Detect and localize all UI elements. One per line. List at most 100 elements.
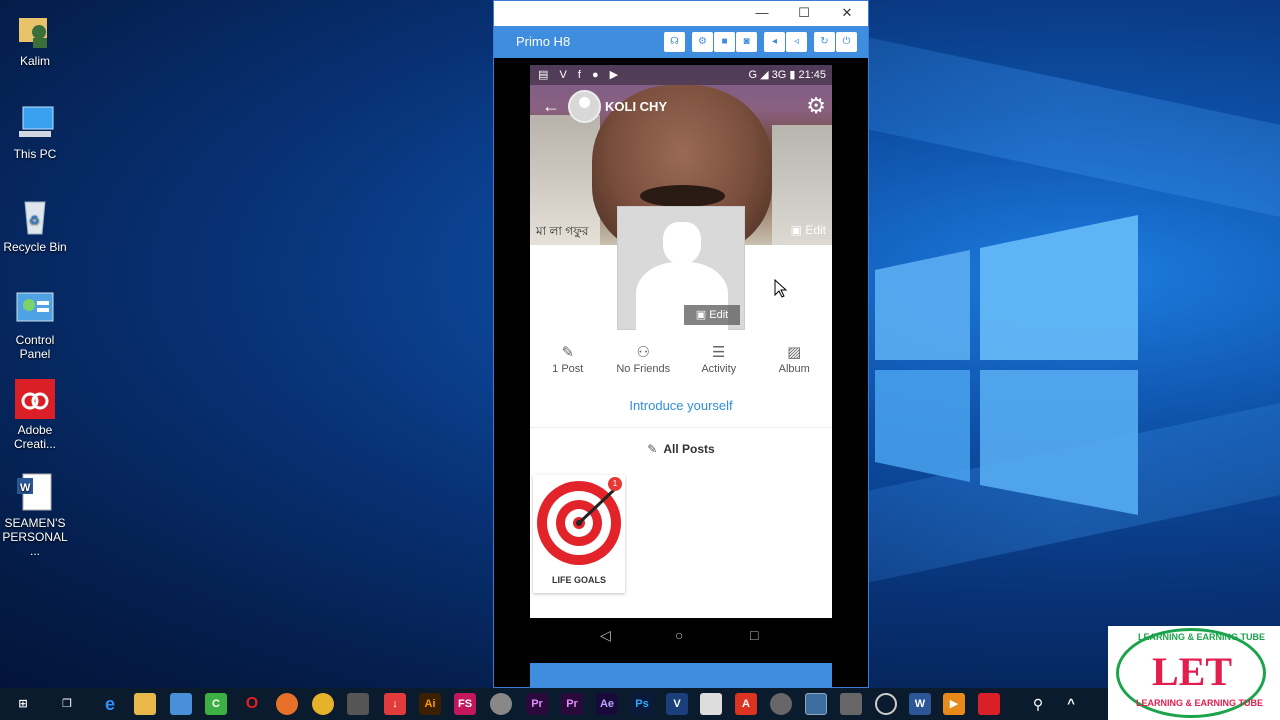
recycle-bin-icon: ♻ (15, 196, 55, 236)
downloader-icon[interactable]: ↓ (384, 693, 406, 715)
post-card-label: LIFE GOALS (552, 575, 606, 585)
emulator-toolbar: Primo H8 ☊ ⚙ ■ ◙ ◂ ◃ ↻ ⏻ (494, 26, 868, 58)
profile-photo[interactable]: ▣ Edit (617, 206, 745, 332)
cover-sign-text: মা লা গফুর (536, 224, 589, 238)
toolbar-buttons: ☊ ⚙ ■ ◙ ◂ ◃ ↻ ⏻ (664, 32, 858, 52)
clock: 21:45 (798, 69, 826, 81)
desktop-icon-control-panel[interactable]: Control Panel (0, 289, 70, 361)
profile-stats: ✎ 1 Post ⚇ No Friends ☰ Activity ▨ Album (530, 343, 832, 385)
target-icon (537, 481, 621, 565)
adobe-creative-cloud-icon (15, 379, 55, 419)
volume-up-icon[interactable]: ◃ (786, 32, 807, 52)
back-arrow-icon[interactable]: ← (542, 96, 560, 117)
camera-icon[interactable]: ◙ (736, 32, 757, 52)
after-effects-icon[interactable]: Ae (596, 693, 618, 715)
post-card[interactable]: 1 LIFE GOALS (533, 475, 625, 593)
close-button[interactable]: ✕ (837, 4, 857, 22)
tool-icon[interactable] (840, 693, 862, 715)
opera-icon[interactable]: O (241, 693, 263, 715)
video-icon[interactable]: ■ (714, 32, 735, 52)
nav-home-icon[interactable]: ○ (675, 627, 683, 643)
stat-friends[interactable]: ⚇ No Friends (606, 343, 682, 385)
store-icon[interactable] (170, 693, 192, 715)
chrome-icon[interactable] (312, 693, 334, 715)
player-icon[interactable]: ▶ (943, 693, 965, 715)
desktop-icon-recycle-bin[interactable]: ♻ Recycle Bin (0, 196, 70, 254)
cover-edit-button[interactable]: ▣ Edit (791, 223, 826, 237)
desktop-icon-adobe-cc[interactable]: Adobe Creati... (0, 379, 70, 451)
mouse-cursor-icon (774, 279, 788, 298)
premiere-icon[interactable]: Pr (526, 693, 548, 715)
nav-back-icon[interactable]: ◁ (600, 627, 611, 644)
desktop-icon-label: SEAMEN'S PERSONAL ... (2, 516, 68, 558)
profile-appbar: ← KOLI CHY ⚙ (530, 85, 832, 129)
fs-icon[interactable]: FS (454, 693, 476, 715)
emulator-bottom-strip (530, 663, 832, 689)
volume-down-icon[interactable]: ◂ (764, 32, 785, 52)
edge-icon[interactable]: e (99, 693, 121, 715)
video-app-icon[interactable] (347, 693, 369, 715)
status-right: G ◢ 3G ▮ 21:45 (748, 68, 826, 81)
camera-icon: ▣ (790, 223, 806, 237)
desktop-icon-label: Control Panel (15, 333, 55, 361)
avatar[interactable] (568, 90, 601, 123)
desktop-icon-word-doc[interactable]: W SEAMEN'S PERSONAL ... (0, 472, 70, 558)
profile-name: KOLI CHY (605, 99, 668, 114)
user-folder-icon (15, 10, 55, 50)
headset-icon[interactable]: ☊ (664, 32, 685, 52)
post-icon: ✎ (647, 442, 658, 456)
stat-album[interactable]: ▨ Album (757, 343, 833, 385)
chevron-up-icon[interactable]: ^ (1060, 693, 1082, 715)
android-nav-bar: ◁ ○ □ (530, 623, 832, 651)
people-icon[interactable]: ⚲ (1027, 693, 1049, 715)
svg-text:W: W (20, 482, 31, 494)
taskbar: ⊞ ❐ e C O ↓ Ai FS Pr Pr Ae Ps V A W ▶ ⚲ … (0, 688, 1280, 720)
notification-icons: ▤ V f ● ▶ (538, 69, 623, 81)
emulator-title: Primo H8 (516, 34, 571, 49)
photo-edit-label: Edit (709, 309, 729, 321)
camtasia-icon[interactable]: C (205, 693, 227, 715)
stat-label: No Friends (616, 363, 671, 375)
acrobat-icon[interactable]: A (735, 693, 757, 715)
nav-recents-icon[interactable]: □ (750, 627, 758, 643)
power-icon[interactable]: ⏻ (836, 32, 857, 52)
task-view-icon[interactable]: ❐ (56, 693, 78, 715)
album-icon: ▨ (787, 344, 802, 361)
globe-icon[interactable] (875, 693, 897, 715)
premiere-icon-2[interactable]: Pr (561, 693, 583, 715)
illustrator-icon[interactable]: Ai (419, 693, 441, 715)
cover-edit-label: Edit (805, 223, 826, 237)
rotate-icon[interactable]: ↻ (814, 32, 835, 52)
file-explorer-icon[interactable] (134, 693, 156, 715)
stat-activity[interactable]: ☰ Activity (681, 343, 757, 385)
gear-icon[interactable]: ⚙ (806, 93, 826, 119)
word-document-icon: W (15, 472, 55, 512)
excel-icon[interactable] (700, 693, 722, 715)
desktop-icon-user[interactable]: Kalim (0, 10, 70, 68)
desktop-icon-this-pc[interactable]: This PC (0, 103, 70, 161)
active-app-icon[interactable] (805, 693, 827, 715)
paint-icon[interactable] (490, 693, 512, 715)
desktop-icon-label: This PC (13, 147, 57, 161)
photoshop-icon[interactable]: Ps (631, 693, 653, 715)
minimize-button[interactable]: — (752, 4, 772, 22)
word-icon[interactable]: W (909, 693, 931, 715)
desktop-icon-label: Kalim (19, 54, 50, 68)
settings-icon[interactable]: ⚙ (692, 32, 713, 52)
firefox-icon[interactable] (276, 693, 298, 715)
introduce-yourself-link[interactable]: Introduce yourself (530, 398, 832, 413)
windows-start-icon[interactable]: ⊞ (12, 693, 34, 715)
window-titlebar: — ☐ ✕ (494, 1, 868, 26)
svg-text:♻: ♻ (29, 213, 40, 227)
app-icon[interactable] (770, 693, 792, 715)
maximize-button[interactable]: ☐ (794, 4, 814, 22)
watermark-bottom-text: LEARNING & EARNING TUBE (1136, 698, 1264, 708)
all-posts-header[interactable]: ✎ All Posts (530, 442, 832, 456)
control-panel-icon (15, 289, 55, 329)
stat-posts[interactable]: ✎ 1 Post (530, 343, 606, 385)
desktop-icon-label: Adobe Creati... (13, 423, 56, 451)
desktop-icon-label: Recycle Bin (3, 240, 67, 254)
adobe-cc-icon[interactable] (978, 693, 1000, 715)
photo-edit-button[interactable]: ▣ Edit (684, 305, 740, 325)
v-app-icon[interactable]: V (666, 693, 688, 715)
